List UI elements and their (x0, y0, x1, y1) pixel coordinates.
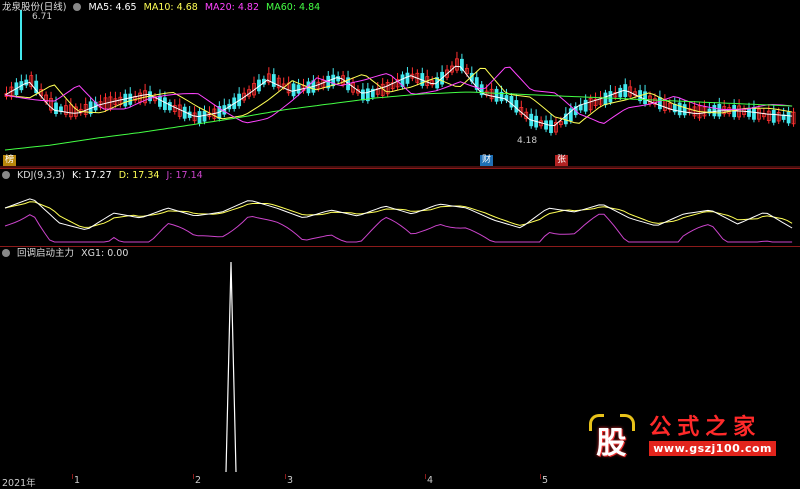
candle-body (158, 95, 162, 107)
settings-circle-icon[interactable] (73, 3, 82, 11)
kdj-k-value: K: 17.27 (72, 170, 112, 181)
candle-body (405, 72, 410, 84)
ma60-label: MA60: 4.84 (266, 2, 321, 13)
candle-body (360, 89, 365, 101)
candle-body (752, 107, 756, 120)
kdj-title: KDJ(9,3,3) (17, 170, 65, 181)
candle-body (291, 83, 296, 97)
candle-body (202, 110, 207, 122)
candle-body (549, 120, 553, 134)
indicator-panel[interactable]: 回调启动主力 XG1: 0.00 股 公式之家 www.gszj100.com (0, 246, 800, 475)
watermark: 股 公式之家 www.gszj100.com (589, 409, 776, 461)
event-tag-bang[interactable]: 榜 (3, 155, 17, 166)
axis-label-year: 2021年 (2, 478, 36, 489)
candle-body (271, 74, 276, 87)
candle-body (747, 108, 751, 117)
ma5-label: MA5: 4.65 (88, 2, 137, 13)
ma10-label: MA10: 4.68 (143, 2, 198, 13)
ma60-line (4, 91, 793, 151)
price-panel-header: 龙泉股份(日线) MA5: 4.65 MA10: 4.68 MA20: 4.82… (2, 2, 324, 14)
candle-body (162, 97, 167, 110)
candle-body (677, 102, 682, 116)
axis-label-3: 3 (287, 475, 294, 486)
event-tag-zhang[interactable]: 张 (555, 155, 569, 166)
kdj-header: KDJ(9,3,3) K: 17.27 D: 17.34 J: 17.14 (2, 170, 207, 182)
kdj-panel[interactable]: KDJ(9,3,3) K: 17.27 D: 17.34 J: 17.14 (0, 168, 800, 247)
kdj-d-value: D: 17.34 (118, 170, 160, 181)
watermark-logo-char: 股 (596, 425, 627, 461)
ma-line (4, 66, 793, 124)
candle-body (658, 97, 662, 110)
axis-label-4: 4 (427, 475, 434, 486)
candle-body (514, 100, 519, 113)
candle-body (494, 88, 499, 102)
watermark-logo: 股 (589, 412, 636, 461)
watermark-title: 公式之家 (649, 415, 762, 440)
kdj-j-value: J: 17.14 (166, 170, 203, 181)
candle-body (603, 92, 608, 106)
candle-body (712, 105, 717, 117)
event-tag-cai[interactable]: 财 (480, 155, 494, 166)
candle-body (682, 104, 687, 116)
candle-body (608, 91, 613, 103)
axis-label-5: 5 (542, 475, 549, 486)
axis-label-1: 1 (74, 475, 81, 486)
candle-body (123, 93, 128, 107)
candlestick-chart[interactable] (0, 0, 800, 168)
candle-body (771, 109, 776, 123)
candle-body (717, 103, 722, 117)
candle-body (54, 102, 58, 115)
settings-circle-icon[interactable] (2, 249, 10, 257)
indicator-title: 回调启动主力 (17, 248, 75, 259)
candle-body (509, 96, 514, 108)
stock-title: 龙泉股份(日线) (2, 2, 67, 13)
candle-body (583, 99, 588, 112)
candle-body (296, 84, 301, 94)
time-axis: 2021年 1 2 3 4 5 (0, 474, 800, 489)
settings-circle-icon[interactable] (2, 171, 10, 179)
low-price-label: 4.18 (517, 136, 538, 146)
candle-body (197, 111, 202, 124)
axis-label-2: 2 (195, 475, 202, 486)
price-panel[interactable]: 龙泉股份(日线) MA5: 4.65 MA10: 4.68 MA20: 4.82… (0, 0, 800, 169)
candle-body (786, 111, 791, 124)
indicator-header: 回调启动主力 XG1: 0.00 (2, 248, 132, 260)
candle-body (128, 93, 133, 105)
kdj-k-line (4, 198, 793, 230)
candle-body (167, 102, 172, 111)
indicator-xg1-value: XG1: 0.00 (81, 248, 129, 259)
candle-body (618, 87, 623, 98)
watermark-url: www.gszj100.com (649, 441, 776, 456)
xg1-signal-spike (225, 261, 237, 473)
ma20-label: MA20: 4.82 (204, 2, 260, 13)
